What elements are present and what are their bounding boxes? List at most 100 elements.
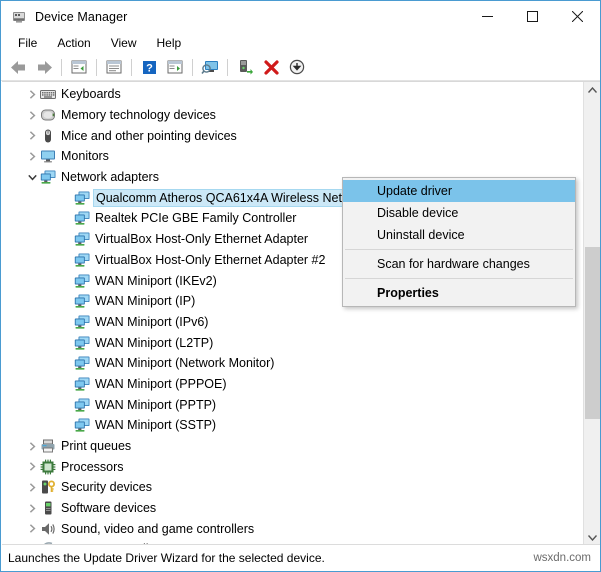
menu-view[interactable]: View bbox=[102, 33, 146, 53]
software-device-icon bbox=[40, 500, 56, 516]
scroll-up-arrow-icon[interactable] bbox=[584, 82, 600, 99]
tree-item-label: VirtualBox Host-Only Ethernet Adapter bbox=[95, 232, 309, 247]
network-adapter-icon bbox=[74, 397, 90, 413]
processor-icon bbox=[40, 459, 56, 475]
tree-item-label: WAN Miniport (SSTP) bbox=[95, 418, 217, 433]
tree-item[interactable]: WAN Miniport (PPPOE) bbox=[2, 374, 577, 395]
console-tree-button[interactable] bbox=[67, 56, 91, 78]
update-driver-button[interactable] bbox=[233, 56, 257, 78]
maximize-button[interactable] bbox=[510, 1, 555, 32]
tree-item[interactable]: Print queues bbox=[2, 436, 577, 457]
network-adapter-icon bbox=[74, 355, 90, 371]
context-menu-item[interactable]: Update driver bbox=[343, 180, 575, 202]
tree-item[interactable]: Sound, video and game controllers bbox=[2, 518, 577, 539]
tree-item-label: Sound, video and game controllers bbox=[61, 521, 255, 536]
tree-item[interactable]: Software devices bbox=[2, 498, 577, 519]
network-adapter-icon bbox=[74, 376, 90, 392]
context-menu-item[interactable]: Uninstall device bbox=[343, 224, 575, 246]
network-adapter-icon bbox=[74, 231, 90, 247]
tree-item-label: Processors bbox=[61, 459, 124, 474]
context-menu-item[interactable]: Scan for hardware changes bbox=[343, 253, 575, 275]
tree-item[interactable]: Keyboards bbox=[2, 84, 577, 105]
status-bar: Launches the Update Driver Wizard for th… bbox=[2, 544, 600, 571]
tree-item-label: WAN Miniport (Network Monitor) bbox=[95, 356, 275, 371]
tree-item-label: WAN Miniport (PPPOE) bbox=[95, 376, 227, 391]
network-adapter-icon bbox=[74, 190, 90, 206]
tree-item[interactable]: Security devices bbox=[2, 477, 577, 498]
tree-item[interactable]: Memory technology devices bbox=[2, 105, 577, 126]
device-manager-icon bbox=[11, 9, 27, 25]
tree-item[interactable]: WAN Miniport (IPv6) bbox=[2, 312, 577, 333]
toolbar-separator bbox=[61, 58, 62, 76]
tree-item-label: WAN Miniport (IKEv2) bbox=[95, 273, 217, 288]
tree-item-label: Memory technology devices bbox=[61, 108, 216, 123]
chevron-right-icon[interactable] bbox=[24, 107, 40, 123]
device-tree[interactable]: Keyboards Memory technology devices Mice a… bbox=[2, 84, 577, 546]
chevron-right-icon[interactable] bbox=[24, 500, 40, 516]
speaker-icon bbox=[40, 521, 56, 537]
menu-file[interactable]: File bbox=[9, 33, 46, 53]
tree-item[interactable]: Monitors bbox=[2, 146, 577, 167]
scrollbar-thumb[interactable] bbox=[585, 247, 600, 419]
chevron-right-icon[interactable] bbox=[24, 86, 40, 102]
toolbar-separator bbox=[227, 58, 228, 76]
minimize-button[interactable] bbox=[465, 1, 510, 32]
monitor-icon bbox=[40, 148, 56, 164]
device-tree-panel: Keyboards Memory technology devices Mice a… bbox=[2, 81, 600, 546]
uninstall-device-button[interactable] bbox=[259, 56, 283, 78]
disable-device-button[interactable] bbox=[285, 56, 309, 78]
tree-item-label: VirtualBox Host-Only Ethernet Adapter #2 bbox=[95, 252, 326, 267]
chevron-right-icon[interactable] bbox=[24, 521, 40, 537]
vertical-scrollbar[interactable] bbox=[583, 82, 600, 546]
keyboard-icon bbox=[40, 86, 56, 102]
toolbar-separator bbox=[192, 58, 193, 76]
chevron-right-icon[interactable] bbox=[24, 459, 40, 475]
tree-item-label: Software devices bbox=[61, 501, 157, 516]
chevron-right-icon[interactable] bbox=[24, 438, 40, 454]
context-menu-separator bbox=[345, 278, 573, 279]
tree-item[interactable]: WAN Miniport (PPTP) bbox=[2, 394, 577, 415]
memory-device-icon bbox=[40, 107, 56, 123]
svg-text:?: ? bbox=[146, 62, 153, 74]
tree-item[interactable]: WAN Miniport (L2TP) bbox=[2, 332, 577, 353]
menu-action[interactable]: Action bbox=[48, 33, 99, 53]
chevron-down-icon[interactable] bbox=[24, 169, 40, 185]
action-pane-button[interactable] bbox=[163, 56, 187, 78]
help-button[interactable]: ? bbox=[137, 56, 161, 78]
tree-item-label: Realtek PCIe GBE Family Controller bbox=[95, 211, 297, 226]
forward-button[interactable] bbox=[32, 56, 56, 78]
network-adapter-icon bbox=[74, 273, 90, 289]
scan-hardware-button[interactable] bbox=[198, 56, 222, 78]
watermark: wsxdn.com bbox=[533, 552, 591, 564]
tree-item-label: Keyboards bbox=[61, 87, 121, 102]
network-adapter-icon bbox=[74, 335, 90, 351]
properties-button[interactable] bbox=[102, 56, 126, 78]
tree-item-label: WAN Miniport (PPTP) bbox=[95, 397, 217, 412]
context-menu-item[interactable]: Disable device bbox=[343, 202, 575, 224]
network-adapter-icon bbox=[74, 314, 90, 330]
context-menu-item[interactable]: Properties bbox=[343, 282, 575, 304]
tree-item-label: Print queues bbox=[61, 439, 132, 454]
chevron-right-icon[interactable] bbox=[24, 479, 40, 495]
back-button[interactable] bbox=[6, 56, 30, 78]
tree-item[interactable]: Processors bbox=[2, 456, 577, 477]
title-bar: Device Manager bbox=[1, 1, 600, 32]
tree-item-label: Qualcomm Atheros QCA61x4A Wireless Netwo… bbox=[93, 188, 372, 207]
network-adapter-icon bbox=[74, 293, 90, 309]
context-menu[interactable]: Update driver Disable device Uninstall dev… bbox=[342, 177, 576, 307]
mouse-icon bbox=[40, 128, 56, 144]
chevron-right-icon[interactable] bbox=[24, 128, 40, 144]
menu-bar: File Action View Help bbox=[1, 32, 600, 54]
chevron-right-icon[interactable] bbox=[24, 148, 40, 164]
tree-item[interactable]: Mice and other pointing devices bbox=[2, 125, 577, 146]
tree-item[interactable]: WAN Miniport (Network Monitor) bbox=[2, 353, 577, 374]
menu-help[interactable]: Help bbox=[148, 33, 191, 53]
window-title: Device Manager bbox=[35, 9, 128, 24]
close-button[interactable] bbox=[555, 1, 600, 32]
tree-item[interactable]: WAN Miniport (SSTP) bbox=[2, 415, 577, 436]
